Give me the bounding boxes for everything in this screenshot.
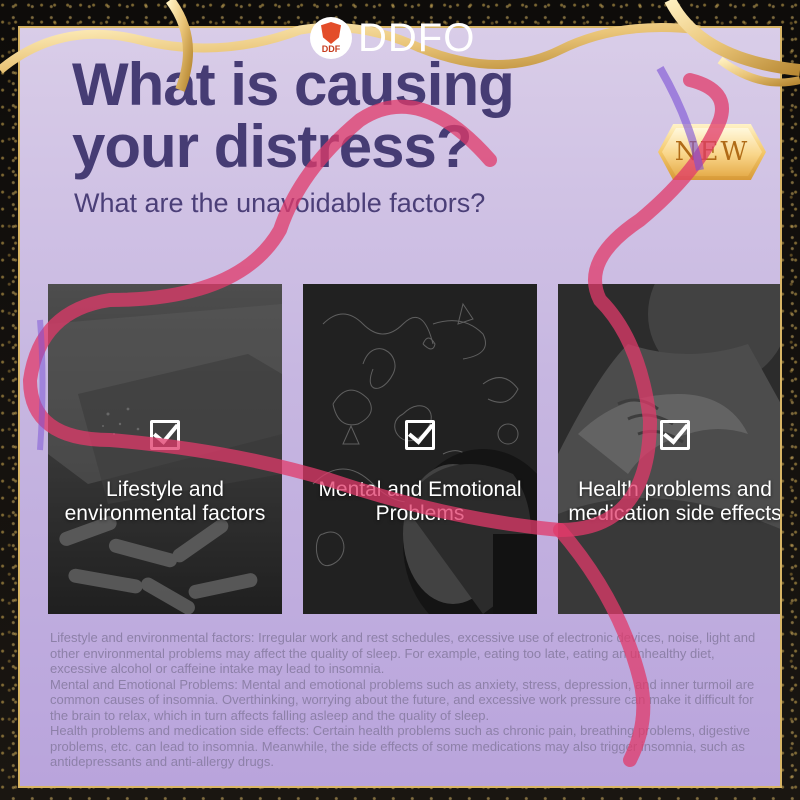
- headline-line-2: your distress?: [72, 113, 472, 180]
- description-text: Lifestyle and environmental factors: Irr…: [50, 630, 772, 770]
- subheading: What are the unavoidable factors?: [74, 188, 486, 218]
- headline-line-1: What is causing: [72, 51, 515, 118]
- paragraph-mental: Mental and Emotional Problems: Mental an…: [50, 676, 755, 723]
- ddf-shield-logo: DDF: [310, 17, 352, 59]
- card-lifestyle: Lifestyle and environmental factors: [48, 284, 282, 614]
- paragraph-lifestyle: Lifestyle and environmental factors: Irr…: [50, 630, 756, 676]
- card-title-lifestyle: Lifestyle and environmental factors: [64, 478, 266, 525]
- checkbox-check-icon: [405, 420, 435, 450]
- card-health: Health problems and medication side effe…: [558, 284, 782, 614]
- brand-header: DDF DDFO: [310, 14, 475, 62]
- headline: What is causing your distress?: [72, 54, 592, 178]
- checkbox-check-icon: [660, 420, 690, 450]
- card-mental: Mental and Emotional Problems: [303, 284, 537, 614]
- brand-name: DDFO: [358, 15, 476, 60]
- card-title-mental: Mental and Emotional Problems: [318, 478, 522, 525]
- card-title-health: Health problems and medication side effe…: [568, 478, 782, 525]
- paragraph-health: Health problems and medication side effe…: [50, 723, 750, 769]
- new-badge: NEW: [658, 124, 766, 180]
- factor-cards: Lifestyle and environmental factors Ment…: [48, 284, 782, 614]
- checkbox-check-icon: [150, 420, 180, 450]
